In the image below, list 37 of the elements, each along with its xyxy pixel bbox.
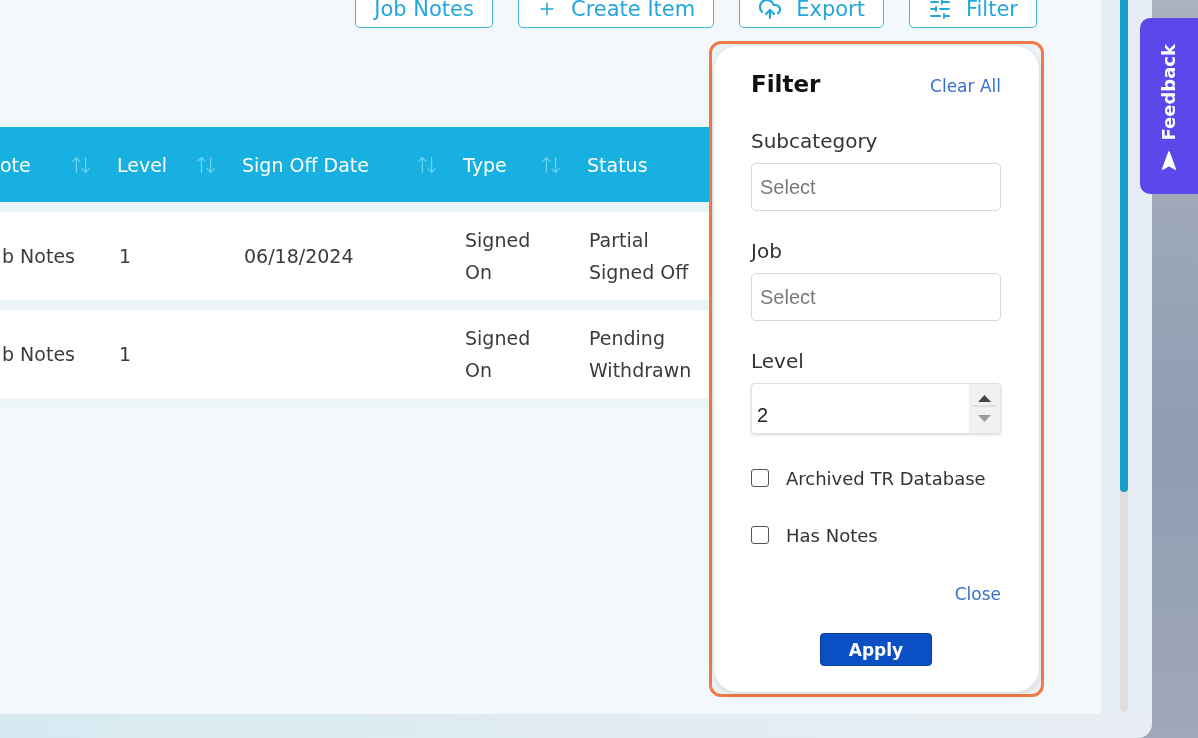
table-cell-text: b Notes [2, 342, 76, 367]
scrollbar[interactable] [1120, 0, 1128, 712]
checkbox-label: Has Notes [786, 524, 878, 546]
table-cell-text: 1 [119, 244, 133, 269]
panel-title: Filter [751, 70, 821, 98]
field-label: Job [751, 239, 783, 263]
column-header: Level [117, 153, 168, 176]
table-cell-text: Partial Signed Off [589, 228, 690, 285]
scroll-arrows-icon[interactable] [969, 384, 1000, 433]
select-field[interactable]: Select [751, 163, 1001, 211]
close-link[interactable]: Close [954, 582, 1001, 606]
column-header: Sign Off Date [242, 153, 369, 176]
table-cell-text: b Notes [2, 244, 76, 269]
sliders-icon [928, 0, 952, 21]
table-cell-text: Signed On [465, 228, 532, 285]
feedback-tab[interactable]: Feedback [1140, 18, 1198, 194]
column-header: Status [587, 153, 648, 176]
select-field[interactable]: Select [751, 273, 1001, 321]
apply-button[interactable]: Apply [820, 633, 932, 666]
column-header: ote [0, 153, 31, 176]
clear-all-link[interactable]: Clear All [930, 74, 1001, 98]
table-cell-text: 06/18/2024 [244, 244, 355, 269]
column-header: Type [463, 153, 507, 176]
toolbar-button[interactable]: Create Item [517, 0, 715, 28]
checkbox[interactable] [751, 526, 769, 544]
toolbar-button[interactable]: Export [739, 0, 884, 28]
cloud-upload-icon [758, 0, 783, 21]
table-cell-text: Pending Withdrawn [589, 326, 693, 383]
toolbar-button[interactable]: Job Notes [355, 0, 493, 28]
field-label: Subcategory [751, 129, 879, 153]
checkbox-label: Archived TR Database [786, 467, 986, 489]
list-box-field[interactable]: 2 [751, 383, 1001, 434]
checkbox[interactable] [751, 469, 769, 487]
table-cell-text: 1 [119, 342, 133, 367]
table-cell-text: Signed On [465, 326, 532, 383]
field-label: Level [751, 349, 805, 373]
toolbar-button[interactable]: Filter [909, 0, 1037, 28]
